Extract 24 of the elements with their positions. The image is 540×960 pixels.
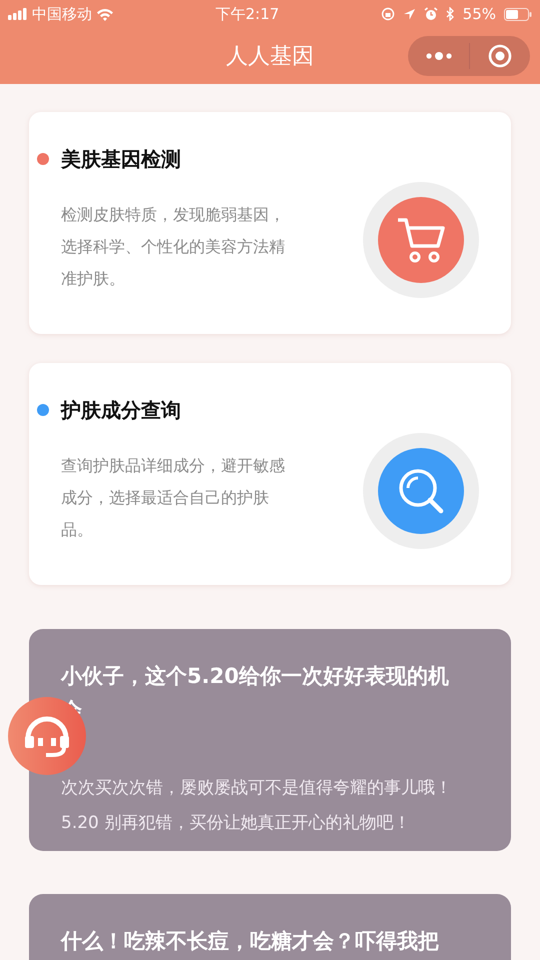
feature-title: 美肤基因检测 xyxy=(61,146,181,173)
article-title: 什么！吃辣不长痘，吃糖才会？吓得我把 xyxy=(61,928,440,955)
feature-card[interactable]: 护肤成分查询 查询护肤品详细成分，避开敏感成分，选择最适合自己的护肤品。 xyxy=(29,363,511,585)
article-summary: 次次买次次错，屡败屡战可不是值得夸耀的事儿哦！5.20 别再犯错，买份让她真正开心的礼物吧！ xyxy=(61,777,453,835)
close-icon[interactable] xyxy=(488,44,512,68)
feature-description: 检测皮肤特质，发现脆弱基因，选择科学、个性化的美容方法精准护肤。 xyxy=(60,204,286,290)
more-icon[interactable] xyxy=(425,51,453,61)
carrier-name: 中国移动 xyxy=(32,4,92,25)
alarm-icon xyxy=(424,7,438,21)
feature-icon-button[interactable] xyxy=(378,197,464,283)
wifi-icon xyxy=(96,8,114,20)
feature-icon-button[interactable] xyxy=(378,448,464,534)
battery-percent: 55% xyxy=(462,4,496,25)
cart-icon xyxy=(396,216,446,264)
rotation-lock-icon xyxy=(380,7,395,21)
signal-icon xyxy=(8,8,28,20)
feature-description: 查询护肤品详细成分，避开敏感成分，选择最适合自己的护肤品。 xyxy=(60,455,286,541)
location-icon xyxy=(402,8,416,20)
feature-title: 护肤成分查询 xyxy=(61,397,181,424)
feature-card[interactable]: 美肤基因检测 检测皮肤特质，发现脆弱基因，选择科学、个性化的美容方法精准护肤。 xyxy=(29,112,511,334)
status-time: 下午2:17 xyxy=(215,4,280,25)
bluetooth-icon xyxy=(446,7,455,21)
battery-icon xyxy=(504,8,532,20)
page-title: 人人基因 xyxy=(226,42,314,70)
